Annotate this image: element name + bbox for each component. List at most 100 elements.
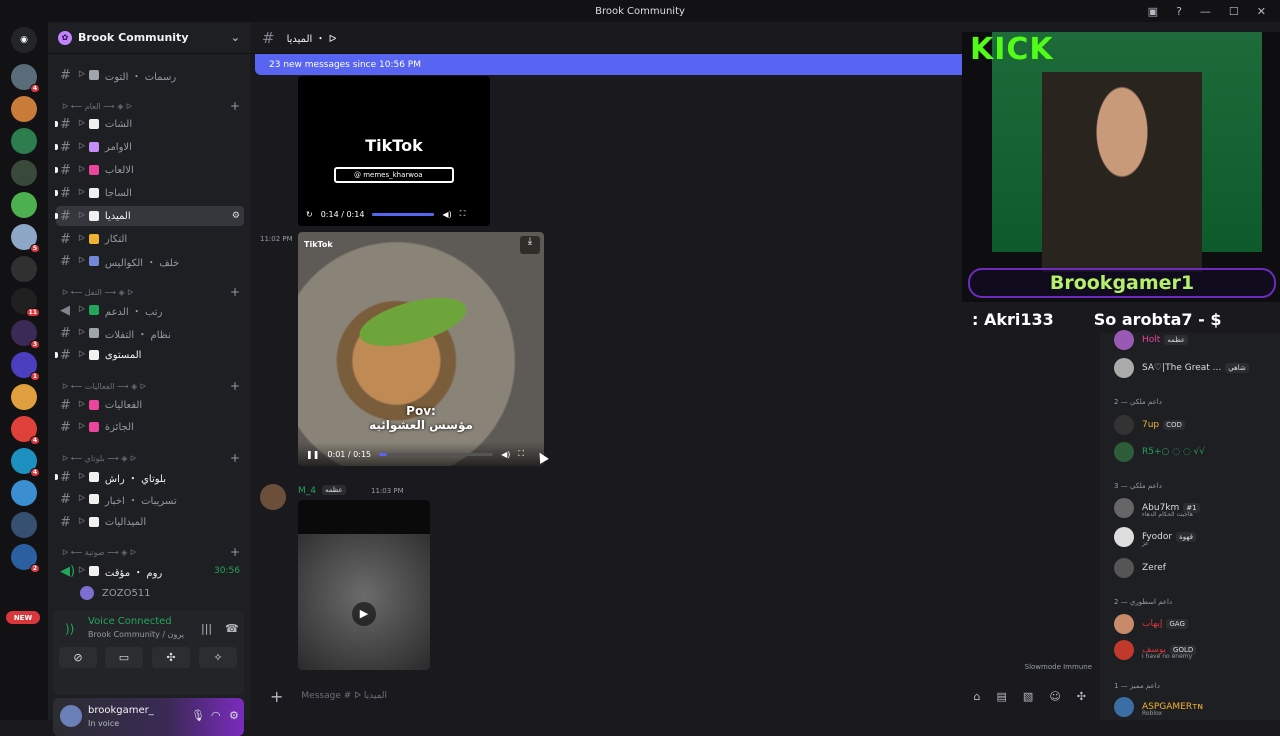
member-item[interactable]: Abu7km #1 هاجيت الحكام الدهاء — [1114, 496, 1274, 520]
add-channel-icon[interactable]: + — [230, 545, 240, 559]
message-composer[interactable]: + Message # ᐅ الميديا ⌂ ▤ ▧ ☺ ✣ — [260, 682, 1090, 710]
close-icon[interactable]: ✕ — [1257, 5, 1266, 18]
channel-item[interactable]: # ᐅ التكار — [56, 229, 244, 249]
server-icon[interactable]: 2 — [11, 544, 40, 573]
add-attachment-icon[interactable]: + — [270, 687, 283, 706]
noise-suppression-icon[interactable]: ||| — [201, 622, 212, 635]
channel-category[interactable]: ᐅ ⟵ العام ⟶ ◈ ᐅ + — [62, 99, 240, 113]
play-icon[interactable]: ▶ — [352, 602, 376, 626]
inbox-icon[interactable]: ▣ — [1148, 5, 1158, 18]
video-thumbnail[interactable]: ▶ — [298, 500, 430, 670]
channel-settings-icon[interactable]: ⚙ — [232, 211, 244, 221]
guild-header[interactable]: ✿ Brook Community ⌄ — [48, 22, 250, 54]
fullscreen-icon[interactable]: ⛶ — [460, 209, 466, 219]
chevron-down-icon[interactable]: ⌄ — [231, 31, 240, 44]
server-icon[interactable]: 4 — [11, 448, 40, 477]
channel-item[interactable]: # ᐅ الميداليات — [56, 512, 244, 532]
member-item[interactable]: إيهاب GAG — [1114, 612, 1274, 636]
screen-share-button[interactable]: ▭ — [105, 647, 143, 668]
member-item[interactable]: Holt عظمه — [1114, 328, 1274, 352]
channel-item[interactable]: # ᐅ الفعاليات — [56, 395, 244, 415]
channel-item-selected[interactable]: # ᐅ الميديا ⚙ — [55, 206, 244, 226]
member-item[interactable]: SA♡|The Great ... شاهي — [1114, 356, 1274, 380]
disconnect-icon[interactable]: ☎ — [225, 622, 239, 635]
message-author[interactable]: M_4 — [298, 486, 316, 496]
soundboard-button[interactable]: ✧ — [199, 647, 237, 668]
server-icon[interactable]: 4 — [11, 64, 40, 93]
server-icon[interactable] — [11, 480, 37, 506]
voice-channel-name[interactable]: Brook Community / يرون — [88, 630, 184, 639]
server-icon[interactable] — [11, 384, 37, 410]
replay-icon[interactable]: ↻ — [306, 210, 313, 219]
channel-item[interactable]: # ᐅ الشات — [55, 114, 244, 134]
sticker-icon[interactable]: ▧ — [1023, 690, 1033, 703]
server-icon[interactable] — [11, 256, 37, 282]
voice-channel-item[interactable]: ◀) ᐅ روم ・ مؤقت 30:56 — [56, 561, 244, 581]
server-icon[interactable]: 5 — [11, 224, 40, 253]
maximize-icon[interactable]: ☐ — [1229, 5, 1239, 18]
member-item[interactable]: 7up COD — [1114, 413, 1274, 437]
video-player[interactable]: TikTok @ memes_kharwoa ↻ 0:14 / 0:14 ◀) … — [298, 76, 490, 226]
server-icon[interactable]: 11 — [11, 288, 40, 317]
fullscreen-icon[interactable]: ⛶ — [518, 449, 524, 459]
voice-user[interactable]: ZOZO511 — [76, 583, 236, 603]
channel-category[interactable]: ᐅ ⟵ الفعاليات ⟶ ◈ ᐅ + — [62, 379, 240, 393]
member-item[interactable]: يوسف GOLD i have no enemy — [1114, 638, 1274, 662]
channel-category[interactable]: ᐅ ⟵ صوتية ⟶ ◈ ᐅ + — [62, 545, 240, 559]
help-icon[interactable]: ? — [1176, 5, 1182, 18]
activities-button[interactable]: ✣ — [152, 647, 190, 668]
headphones-icon[interactable]: ◠ — [211, 709, 221, 722]
camera-off-button[interactable]: ⊘ — [59, 647, 97, 668]
volume-icon[interactable]: ◀) — [442, 210, 451, 219]
server-icon[interactable] — [11, 512, 37, 538]
mic-icon[interactable]: 🎙 — [191, 709, 205, 722]
minimize-icon[interactable]: — — [1200, 5, 1211, 18]
video-progress[interactable] — [379, 452, 494, 456]
add-channel-icon[interactable]: + — [230, 379, 240, 393]
new-messages-bar[interactable]: 23 new messages since 10:56 PM — [255, 54, 995, 75]
server-icon[interactable] — [11, 128, 37, 154]
channel-item[interactable]: # ᐅ بلوتاي ・ راش — [55, 467, 244, 487]
download-icon[interactable]: ⤓ — [520, 236, 540, 254]
channel-category[interactable]: ᐅ ⟵ التفل ⟶ ◈ ᐅ + — [62, 285, 240, 299]
member-item[interactable]: Zeref — [1114, 556, 1274, 580]
channel-item[interactable]: # ᐅ تسريبات ・ اخبار — [56, 489, 244, 509]
add-channel-icon[interactable]: + — [230, 451, 240, 465]
user-name[interactable]: brookgamer_ — [88, 705, 154, 716]
pause-icon[interactable]: ❚❚ — [306, 450, 319, 459]
volume-icon[interactable]: ◀) — [501, 450, 510, 459]
channel-item[interactable]: # ᐅ الساجا — [55, 183, 244, 203]
channel-item[interactable]: # ᐅ نظام ・ التفلات — [56, 323, 244, 343]
member-item[interactable]: Fyodor قهوة عز — [1114, 525, 1274, 549]
video-player[interactable]: TikTok ⤓ Pov: مؤسس العشوائيه ❚❚ 0:01 / 0… — [298, 232, 544, 466]
gif-icon[interactable]: ▤ — [997, 690, 1007, 703]
server-icon[interactable] — [11, 160, 37, 186]
gift-icon[interactable]: ⌂ — [974, 690, 981, 703]
channel-item[interactable]: # ᐅ رسمات ・ التوت — [56, 65, 244, 85]
member-item[interactable]: R5+○ ◌ ◌ √√ — [1114, 440, 1274, 464]
channel-item[interactable]: # ᐅ خلف ・ الكواليس — [56, 251, 244, 271]
channel-item[interactable]: ◀ ᐅ رتب ・ الدعم — [56, 300, 244, 320]
discord-home-icon[interactable]: ◉ — [11, 27, 37, 53]
voice-status[interactable]: Voice Connected — [88, 616, 172, 627]
server-icon[interactable] — [11, 192, 37, 218]
avatar[interactable] — [60, 705, 82, 727]
channel-item[interactable]: # ᐅ الالعاب — [55, 160, 244, 180]
video-progress[interactable] — [372, 212, 435, 216]
channel-item[interactable]: # ᐅ المستوى — [55, 345, 244, 365]
add-channel-icon[interactable]: + — [230, 285, 240, 299]
channel-item[interactable]: # ᐅ الاوامر — [55, 137, 244, 157]
channel-item[interactable]: # ᐅ الجائزة — [56, 417, 244, 437]
server-icon[interactable]: 1 — [11, 352, 40, 381]
add-channel-icon[interactable]: + — [230, 99, 240, 113]
server-icon[interactable]: 4 — [11, 416, 40, 445]
gear-icon[interactable]: ⚙ — [229, 709, 239, 722]
avatar[interactable] — [260, 484, 286, 510]
server-icon[interactable]: 3 — [11, 320, 40, 349]
member-item[interactable]: ASPGAMERᴛɴ Roblox — [1114, 695, 1274, 719]
emoji-icon[interactable]: ☺ — [1049, 690, 1060, 703]
channel-category[interactable]: ᐅ ⟵ بلوتاي ⟶ ◈ ᐅ + — [62, 451, 240, 465]
message-input[interactable]: Message # ᐅ الميديا — [301, 691, 387, 701]
apps-icon[interactable]: ✣ — [1077, 690, 1086, 703]
server-icon[interactable] — [11, 96, 37, 122]
